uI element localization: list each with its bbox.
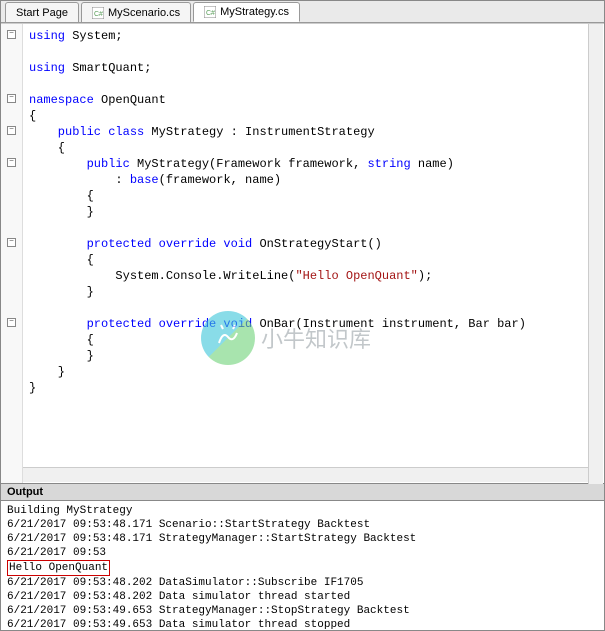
horizontal-scrollbar[interactable]	[23, 467, 588, 482]
output-line: 6/21/2017 09:53:48.202 DataSimulator::Su…	[7, 577, 363, 589]
fold-icon[interactable]: −	[7, 158, 16, 167]
output-line: 6/21/2017 09:53:48.171 Scenario::StartSt…	[7, 519, 370, 531]
output-line: 6/21/2017 09:53:48.171 StrategyManager::…	[7, 533, 416, 545]
fold-gutter: − − − − − −	[1, 24, 23, 483]
tab-mystrategy[interactable]: C# MyStrategy.cs	[193, 2, 300, 22]
fold-icon[interactable]: −	[7, 238, 16, 247]
tab-label: MyStrategy.cs	[220, 6, 289, 18]
csharp-file-icon: C#	[204, 6, 216, 18]
svg-text:C#: C#	[94, 11, 103, 18]
vertical-scrollbar[interactable]	[588, 24, 603, 484]
tab-myscenario[interactable]: C# MyScenario.cs	[81, 2, 191, 22]
fold-icon[interactable]: −	[7, 30, 16, 39]
output-panel-header: Output	[1, 483, 604, 501]
output-line: 6/21/2017 09:53	[7, 547, 106, 559]
fold-icon[interactable]: −	[7, 126, 16, 135]
tab-bar: Start Page C# MyScenario.cs C# MyStrateg…	[1, 1, 604, 23]
code-area[interactable]: using System; using SmartQuant; namespac…	[23, 24, 604, 483]
csharp-file-icon: C#	[92, 7, 104, 19]
fold-icon[interactable]: −	[7, 318, 16, 327]
svg-text:C#: C#	[206, 10, 215, 17]
tab-label: MyScenario.cs	[108, 7, 180, 19]
tab-label: Start Page	[16, 7, 68, 19]
tab-start-page[interactable]: Start Page	[5, 2, 79, 22]
output-line: 6/21/2017 09:53:49.653 StrategyManager::…	[7, 605, 410, 617]
code-editor[interactable]: − − − − − − using System; using SmartQua…	[1, 23, 604, 483]
highlighted-output: Hello OpenQuant	[7, 560, 110, 576]
fold-icon[interactable]: −	[7, 94, 16, 103]
output-line: 6/21/2017 09:53:49.653 Data simulator th…	[7, 619, 350, 629]
output-title: Output	[7, 486, 43, 498]
output-panel[interactable]: Building MyStrategy 6/21/2017 09:53:48.1…	[1, 501, 604, 629]
output-line: Building MyStrategy	[7, 505, 132, 517]
output-line: 6/21/2017 09:53:48.202 Data simulator th…	[7, 591, 350, 603]
